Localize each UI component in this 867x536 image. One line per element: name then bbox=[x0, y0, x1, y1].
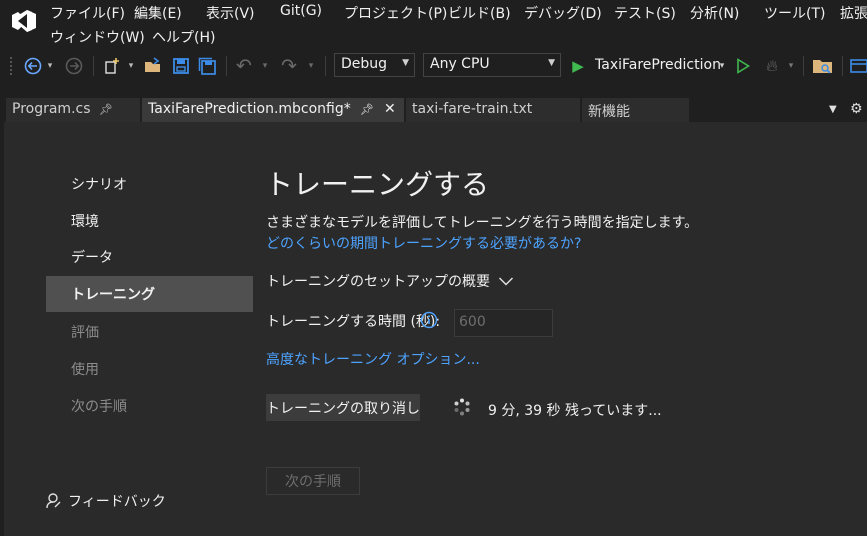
menu-view[interactable]: 表示(V) bbox=[206, 3, 255, 23]
sidebar-item-data[interactable]: データ bbox=[46, 239, 253, 275]
toolbar-separator bbox=[226, 56, 227, 76]
back-icon[interactable] bbox=[22, 56, 44, 76]
redo-dropdown-icon[interactable]: ▾ bbox=[306, 56, 316, 76]
tab-label: Program.cs bbox=[12, 101, 91, 117]
feedback-link[interactable]: フィードバック bbox=[44, 491, 166, 511]
window-layout-icon[interactable] bbox=[848, 56, 867, 76]
start-without-debugging-icon[interactable] bbox=[733, 56, 753, 76]
menu-analyze[interactable]: 分析(N) bbox=[690, 3, 739, 23]
cancel-training-button[interactable]: トレーニングの取り消し bbox=[266, 394, 420, 421]
advanced-training-options-link[interactable]: 高度なトレーニング オプション... bbox=[266, 349, 480, 369]
spinner-icon bbox=[454, 398, 470, 416]
save-icon[interactable] bbox=[170, 56, 192, 76]
chevron-down-icon bbox=[498, 277, 514, 286]
setup-summary-label: トレーニングのセットアップの概要 bbox=[266, 274, 490, 290]
close-icon[interactable]: ✕ bbox=[384, 101, 396, 117]
platform-value: Any CPU bbox=[430, 56, 490, 72]
model-builder-panel: シナリオ 環境 データ トレーニング 評価 使用 次の手順 フィードバック トレ… bbox=[4, 122, 867, 536]
toolbar-separator bbox=[93, 56, 94, 76]
menu-project[interactable]: プロジェクト(P) bbox=[344, 3, 447, 23]
undo-icon[interactable]: ↶ bbox=[233, 55, 255, 77]
visual-studio-logo-icon[interactable] bbox=[8, 6, 40, 36]
tab-taxifareprediction-mbconfig[interactable]: TaxiFarePrediction.mbconfig* 📌︎ ✕ bbox=[142, 98, 404, 122]
run-dropdown-icon[interactable]: ▾ bbox=[717, 56, 727, 76]
menu-debug[interactable]: デバッグ(D) bbox=[524, 3, 602, 23]
menu-test[interactable]: テスト(S) bbox=[614, 3, 676, 23]
sidebar-item-environment[interactable]: 環境 bbox=[46, 203, 253, 239]
training-time-label: トレーニングする時間 (秒): bbox=[266, 314, 441, 330]
setup-summary-expander[interactable]: トレーニングのセットアップの概要 bbox=[266, 271, 514, 291]
tab-label: 新機能 bbox=[588, 104, 630, 120]
menu-build[interactable]: ビルド(B) bbox=[448, 3, 511, 23]
document-tab-strip: Program.cs 📌︎ TaxiFarePrediction.mbconfi… bbox=[0, 92, 867, 122]
forward-icon[interactable] bbox=[63, 56, 85, 76]
menu-help[interactable]: ヘルプ(H) bbox=[152, 27, 215, 47]
back-dropdown-icon[interactable]: ▾ bbox=[45, 56, 55, 76]
menu-window[interactable]: ウィンドウ(W) bbox=[50, 27, 145, 47]
sidebar-item-evaluate[interactable]: 評価 bbox=[46, 314, 253, 350]
sidebar-item-consume[interactable]: 使用 bbox=[46, 351, 253, 387]
redo-icon[interactable]: ↷ bbox=[278, 55, 300, 77]
toolbar: ▾ ▾ ↶ ▾ ↷ ▾ Debug ▼ Any CPU ▼ ▶ TaxiFare… bbox=[0, 50, 867, 82]
gear-icon[interactable]: ⚙ bbox=[850, 101, 863, 117]
hot-reload-dropdown-icon[interactable]: ▾ bbox=[786, 56, 796, 76]
menu-extensions[interactable]: 拡張 bbox=[840, 3, 867, 23]
menu-edit[interactable]: 編集(E) bbox=[134, 3, 182, 23]
pin-icon[interactable]: 📌︎ bbox=[360, 103, 374, 116]
menu-tools[interactable]: ツール(T) bbox=[764, 3, 825, 23]
platform-dropdown[interactable]: Any CPU ▼ bbox=[423, 53, 561, 77]
next-step-button[interactable]: 次の手順 bbox=[266, 467, 360, 495]
tab-taxi-fare-train-txt[interactable]: taxi-fare-train.txt bbox=[406, 98, 580, 122]
sidebar-item-scenario[interactable]: シナリオ bbox=[46, 166, 253, 202]
run-icon[interactable]: ▶ bbox=[569, 56, 587, 76]
sidebar-item-training[interactable]: トレーニング bbox=[46, 276, 253, 312]
toolbar-separator bbox=[803, 56, 804, 76]
toolbar-grip[interactable] bbox=[9, 56, 13, 76]
info-icon[interactable] bbox=[420, 311, 438, 329]
page-title: トレーニングする bbox=[265, 168, 490, 201]
open-folder-icon[interactable] bbox=[142, 56, 164, 76]
hot-reload-icon[interactable]: 🔥︎ bbox=[761, 56, 783, 76]
toolbar-separator bbox=[842, 56, 843, 76]
next-step-label: 次の手順 bbox=[285, 474, 341, 490]
menu-file[interactable]: ファイル(F) bbox=[50, 3, 125, 23]
training-status: 9 分, 39 秒 残っています... bbox=[488, 403, 662, 419]
training-time-input[interactable]: 600 bbox=[454, 309, 553, 337]
sidebar-item-next-steps[interactable]: 次の手順 bbox=[46, 388, 253, 424]
cancel-training-label: トレーニングの取り消し bbox=[266, 400, 420, 417]
tab-whats-new[interactable]: 新機能 bbox=[582, 98, 689, 122]
training-duration-help-link[interactable]: どのくらいの期間トレーニングする必要があるか? bbox=[266, 233, 581, 253]
tab-program-cs[interactable]: Program.cs 📌︎ bbox=[6, 98, 140, 122]
configuration-dropdown[interactable]: Debug ▼ bbox=[334, 53, 415, 77]
pin-icon[interactable]: 📌︎ bbox=[99, 103, 113, 116]
solution-explorer-folder-icon[interactable] bbox=[811, 56, 835, 76]
new-project-icon[interactable] bbox=[102, 56, 124, 76]
feedback-icon bbox=[46, 493, 61, 509]
tab-overflow-dropdown-icon[interactable]: ▼ bbox=[829, 104, 837, 115]
menu-bar: ファイル(F) 編集(E) 表示(V) Git(G) プロジェクト(P) ビルド… bbox=[0, 0, 867, 50]
undo-dropdown-icon[interactable]: ▾ bbox=[260, 56, 270, 76]
tab-label: TaxiFarePrediction.mbconfig* bbox=[148, 101, 351, 117]
chevron-down-icon: ▼ bbox=[402, 58, 409, 68]
configuration-value: Debug bbox=[341, 56, 388, 72]
chevron-down-icon: ▼ bbox=[548, 58, 555, 68]
toolbar-separator bbox=[325, 56, 326, 76]
page-description: さまざまなモデルを評価してトレーニングを行う時間を指定します。 bbox=[266, 215, 699, 231]
menu-git[interactable]: Git(G) bbox=[280, 3, 322, 19]
new-dropdown-icon[interactable]: ▾ bbox=[126, 56, 136, 76]
save-all-icon[interactable] bbox=[196, 56, 218, 76]
feedback-label: フィードバック bbox=[68, 494, 166, 510]
tab-label: taxi-fare-train.txt bbox=[412, 101, 533, 117]
run-target-label[interactable]: TaxiFarePrediction bbox=[595, 57, 721, 73]
